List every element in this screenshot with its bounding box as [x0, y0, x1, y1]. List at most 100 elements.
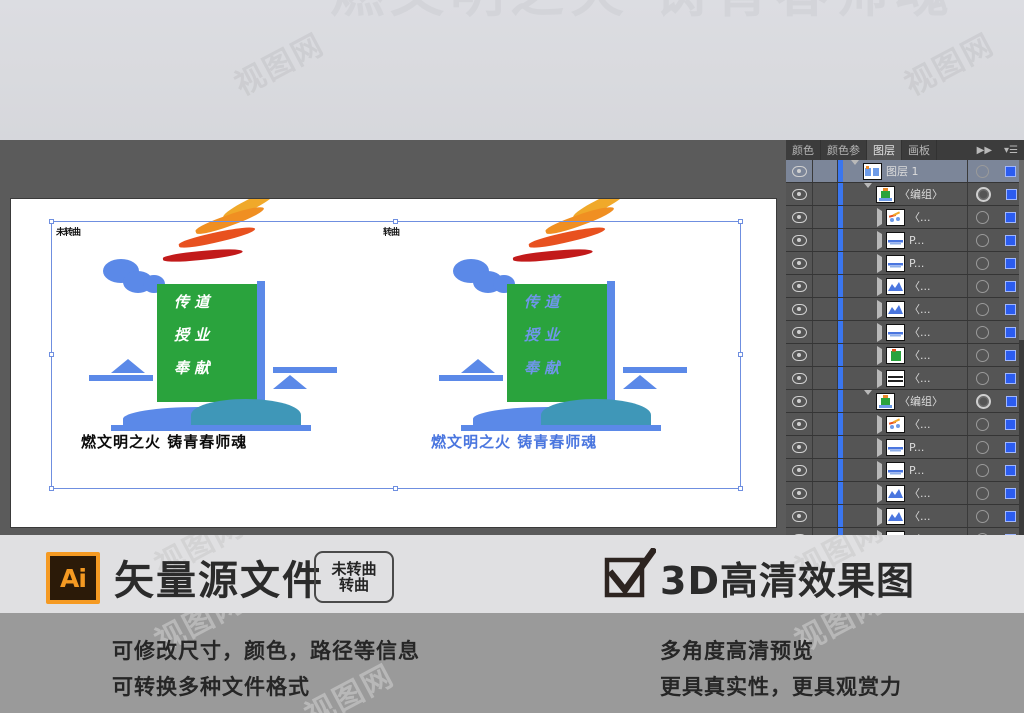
- selection-color-swatch[interactable]: [1005, 303, 1016, 315]
- selection-handle[interactable]: [738, 486, 743, 491]
- tab-artboards[interactable]: 画板: [902, 140, 937, 160]
- lock-toggle[interactable]: [813, 528, 838, 535]
- panel-scrollbar-thumb[interactable]: [1019, 160, 1024, 340]
- tab-color-guide[interactable]: 颜色参: [821, 140, 867, 160]
- chevron-right-icon[interactable]: [877, 506, 882, 526]
- lock-toggle[interactable]: [813, 229, 838, 251]
- layer-row[interactable]: P...: [786, 252, 1024, 275]
- chevron-right-icon[interactable]: [877, 299, 882, 319]
- visibility-toggle-icon[interactable]: [786, 252, 813, 274]
- target-indicator-icon[interactable]: [976, 325, 989, 339]
- lock-toggle[interactable]: [813, 321, 838, 343]
- layer-row[interactable]: 〈编组〉: [786, 390, 1024, 413]
- layers-list[interactable]: 图层 1 〈编组〉 〈... P... P... 〈... 〈... 〈... 〈... 〈...…: [786, 160, 1024, 535]
- layer-row[interactable]: 〈...: [786, 344, 1024, 367]
- panel-tab-bar[interactable]: 颜色 颜色参 图层 画板 ▶▶ ▾☰: [786, 140, 1024, 161]
- tab-layers[interactable]: 图层: [867, 140, 902, 160]
- selection-color-swatch[interactable]: [1005, 234, 1016, 246]
- target-indicator-icon[interactable]: [976, 233, 989, 247]
- selection-handle[interactable]: [393, 486, 398, 491]
- layer-row-main[interactable]: 〈...: [843, 528, 967, 535]
- visibility-toggle-icon[interactable]: [786, 413, 813, 435]
- layer-row[interactable]: 〈...: [786, 321, 1024, 344]
- target-indicator-icon[interactable]: [976, 486, 989, 500]
- lock-toggle[interactable]: [813, 436, 838, 458]
- chevron-right-icon[interactable]: [877, 207, 882, 227]
- selection-color-swatch[interactable]: [1005, 326, 1016, 338]
- layer-row-controls[interactable]: [967, 321, 1024, 343]
- layer-row[interactable]: 〈...: [786, 298, 1024, 321]
- layer-row-controls[interactable]: [967, 206, 1024, 228]
- target-indicator-icon[interactable]: [976, 463, 989, 477]
- lock-toggle[interactable]: [813, 505, 838, 527]
- visibility-toggle-icon[interactable]: [786, 390, 813, 412]
- layer-row-controls[interactable]: [967, 482, 1024, 504]
- visibility-toggle-icon[interactable]: [786, 344, 813, 366]
- layer-row[interactable]: 〈...: [786, 482, 1024, 505]
- lock-toggle[interactable]: [813, 390, 838, 412]
- lock-toggle[interactable]: [813, 482, 838, 504]
- target-indicator-icon[interactable]: [976, 348, 989, 362]
- layer-row-main[interactable]: 〈...: [843, 344, 967, 366]
- chevron-right-icon[interactable]: [877, 414, 882, 434]
- target-indicator-icon[interactable]: [975, 393, 991, 409]
- target-indicator-icon[interactable]: [976, 371, 989, 385]
- panel-expand-button[interactable]: ▶▶: [971, 140, 998, 160]
- selection-bounding-box[interactable]: [51, 221, 741, 489]
- target-indicator-icon[interactable]: [976, 164, 989, 178]
- lock-toggle[interactable]: [813, 413, 838, 435]
- layer-row[interactable]: 〈...: [786, 206, 1024, 229]
- selection-color-swatch[interactable]: [1005, 280, 1016, 292]
- layer-row-main[interactable]: 〈...: [843, 321, 967, 343]
- lock-toggle[interactable]: [813, 344, 838, 366]
- chevron-right-icon[interactable]: [877, 276, 882, 296]
- selection-color-swatch[interactable]: [1005, 165, 1016, 177]
- layer-row-main[interactable]: 〈...: [843, 505, 967, 527]
- chevron-down-icon[interactable]: [851, 160, 859, 178]
- layer-row-main[interactable]: 〈...: [843, 413, 967, 435]
- layer-row-controls[interactable]: [967, 367, 1024, 389]
- layer-row-main[interactable]: 〈...: [843, 482, 967, 504]
- visibility-toggle-icon[interactable]: [786, 183, 813, 205]
- selection-handle[interactable]: [738, 352, 743, 357]
- chevron-right-icon[interactable]: [877, 322, 882, 342]
- layer-row[interactable]: 〈...: [786, 367, 1024, 390]
- visibility-toggle-icon[interactable]: [786, 275, 813, 297]
- visibility-toggle-icon[interactable]: [786, 160, 813, 182]
- layer-row-main[interactable]: 〈...: [843, 367, 967, 389]
- layer-row-controls[interactable]: [967, 528, 1024, 535]
- panel-menu-icon[interactable]: ▾☰: [998, 140, 1024, 160]
- selection-handle[interactable]: [393, 219, 398, 224]
- selection-handle[interactable]: [738, 219, 743, 224]
- layer-row-main[interactable]: 〈编组〉: [843, 390, 967, 412]
- visibility-toggle-icon[interactable]: [786, 321, 813, 343]
- selection-color-swatch[interactable]: [1005, 257, 1016, 269]
- lock-toggle[interactable]: [813, 183, 838, 205]
- visibility-toggle-icon[interactable]: [786, 206, 813, 228]
- target-indicator-icon[interactable]: [976, 279, 989, 293]
- selection-color-swatch[interactable]: [1005, 418, 1016, 430]
- lock-toggle[interactable]: [813, 160, 838, 182]
- layer-row-main[interactable]: P...: [843, 252, 967, 274]
- layer-row-controls[interactable]: [967, 275, 1024, 297]
- target-indicator-icon[interactable]: [976, 440, 989, 454]
- layer-row-main[interactable]: 图层 1: [843, 160, 967, 182]
- layer-row-main[interactable]: 〈...: [843, 275, 967, 297]
- layer-row-main[interactable]: 〈...: [843, 298, 967, 320]
- selection-color-swatch[interactable]: [1005, 487, 1016, 499]
- target-indicator-icon[interactable]: [976, 417, 989, 431]
- visibility-toggle-icon[interactable]: [786, 459, 813, 481]
- lock-toggle[interactable]: [813, 252, 838, 274]
- selection-color-swatch[interactable]: [1005, 441, 1016, 453]
- layers-panel[interactable]: 颜色 颜色参 图层 画板 ▶▶ ▾☰ 图层 1 〈编组〉 〈... P... P... 〈…: [786, 140, 1024, 535]
- chevron-right-icon[interactable]: [877, 345, 882, 365]
- layer-row-controls[interactable]: [967, 298, 1024, 320]
- layer-row[interactable]: P...: [786, 229, 1024, 252]
- target-indicator-icon[interactable]: [976, 509, 989, 523]
- layer-row-main[interactable]: P...: [843, 229, 967, 251]
- layer-row-controls[interactable]: [967, 229, 1024, 251]
- visibility-toggle-icon[interactable]: [786, 528, 813, 535]
- layer-row-controls[interactable]: [967, 413, 1024, 435]
- chevron-right-icon[interactable]: [877, 460, 882, 480]
- lock-toggle[interactable]: [813, 275, 838, 297]
